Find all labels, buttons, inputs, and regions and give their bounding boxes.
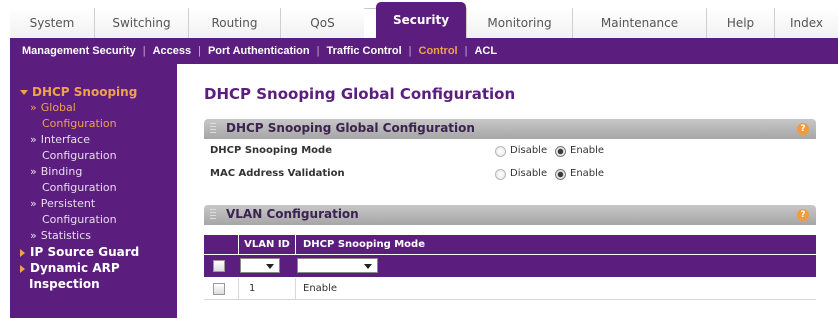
bullet-icon: »	[30, 229, 37, 242]
tab-routing[interactable]: Routing	[188, 8, 280, 38]
vlan-id-cell: 1	[249, 283, 256, 294]
subnav-acl[interactable]: ACL	[474, 45, 497, 57]
subnav-management-security[interactable]: Management Security	[22, 45, 136, 57]
sidebar-item-persistent-configuration[interactable]: » Persistent	[16, 196, 173, 212]
sidebar-item-label-continued[interactable]: Configuration	[16, 116, 173, 132]
dhcp-snooping-mode-row: DHCP Snooping Mode Disable Enable	[204, 142, 816, 162]
subnav-separator: |	[142, 45, 146, 57]
bullet-icon: »	[30, 165, 37, 178]
subnav-separator: |	[464, 45, 468, 57]
vlan-table-header: VLAN ID DHCP Snooping Mode	[204, 235, 816, 254]
select-all-checkbox[interactable]	[213, 260, 225, 272]
dhcp-snooping-mode-disable-radio[interactable]	[495, 146, 506, 157]
column-header-dhcp-snooping-mode: DHCP Snooping Mode	[296, 235, 816, 254]
sidebar-item-label-continued[interactable]: Configuration	[16, 148, 173, 164]
drag-grip-icon	[210, 209, 216, 221]
subnav-separator: |	[198, 45, 201, 57]
tab-index[interactable]: Index	[774, 8, 838, 38]
dhcp-snooping-mode-cell: Enable	[303, 283, 338, 294]
radio-label-enable[interactable]: Enable	[570, 168, 604, 179]
bullet-icon: »	[30, 197, 37, 210]
caret-right-icon	[20, 264, 25, 273]
tab-system[interactable]: System	[10, 8, 94, 38]
subnav-control[interactable]: Control	[419, 45, 458, 57]
vlan-config-panel-header: VLAN Configuration ?	[204, 205, 816, 225]
panel-title: DHCP Snooping Global Configuration	[226, 121, 475, 135]
column-divider	[238, 278, 239, 300]
page-title: DHCP Snooping Global Configuration	[204, 85, 516, 103]
tab-maintenance[interactable]: Maintenance	[572, 8, 706, 38]
radio-label-disable[interactable]: Disable	[510, 168, 547, 179]
tab-qos[interactable]: QoS	[280, 8, 364, 38]
radio-label-disable[interactable]: Disable	[510, 145, 547, 156]
table-row: 1 Enable	[204, 278, 816, 300]
field-label: DHCP Snooping Mode	[210, 145, 332, 156]
sidebar-section-dynamic-arp-inspection[interactable]: Dynamic ARP	[16, 260, 173, 276]
sidebar-section-label-continued[interactable]: Inspection	[16, 276, 173, 292]
tab-monitoring[interactable]: Monitoring	[466, 8, 572, 38]
dhcp-snooping-mode-enable-radio[interactable]	[555, 146, 566, 157]
drag-grip-icon	[210, 123, 216, 135]
tab-help[interactable]: Help	[706, 8, 774, 38]
help-icon[interactable]: ?	[797, 209, 809, 221]
tab-security[interactable]: Security	[376, 2, 466, 38]
caret-right-icon	[20, 248, 25, 257]
column-divider	[295, 278, 296, 300]
chevron-down-icon	[364, 264, 372, 269]
subnav-traffic-control[interactable]: Traffic Control	[326, 45, 401, 57]
top-nav-tabs: System Switching Routing QoS Security Mo…	[0, 0, 838, 38]
sidebar-item-global-configuration[interactable]: » Global	[16, 100, 173, 116]
sidebar-item-interface-configuration[interactable]: » Interface	[16, 132, 173, 148]
sub-nav: Management Security | Access | Port Auth…	[10, 38, 838, 64]
help-icon[interactable]: ?	[797, 123, 809, 135]
global-config-panel-header: DHCP Snooping Global Configuration ?	[204, 119, 816, 139]
dhcp-snooping-mode-select[interactable]	[297, 258, 378, 273]
main-content: DHCP Snooping Global Configuration DHCP …	[177, 64, 838, 318]
subnav-separator: |	[316, 45, 320, 57]
panel-title: VLAN Configuration	[226, 207, 359, 221]
tab-switching[interactable]: Switching	[94, 8, 188, 38]
mac-address-validation-row: MAC Address Validation Disable Enable	[204, 165, 816, 185]
subnav-port-authentication[interactable]: Port Authentication	[208, 45, 310, 57]
sidebar-item-label-continued[interactable]: Configuration	[16, 212, 173, 228]
radio-label-enable[interactable]: Enable	[570, 145, 604, 156]
bullet-icon: »	[30, 133, 37, 146]
chevron-down-icon	[266, 264, 274, 269]
sidebar-item-label-continued[interactable]: Configuration	[16, 180, 173, 196]
vlan-id-select[interactable]	[240, 258, 280, 273]
sidebar-section-dhcp-snooping[interactable]: DHCP Snooping	[16, 84, 173, 100]
vlan-table-filter-row	[204, 255, 816, 277]
mac-validation-disable-radio[interactable]	[495, 169, 506, 180]
bullet-icon: »	[30, 101, 37, 114]
field-label: MAC Address Validation	[210, 168, 345, 179]
sidebar-section-ip-source-guard[interactable]: IP Source Guard	[16, 244, 173, 260]
mac-validation-enable-radio[interactable]	[555, 169, 566, 180]
subnav-separator: |	[408, 45, 412, 57]
sidebar-item-statistics[interactable]: » Statistics	[16, 228, 173, 244]
row-checkbox[interactable]	[213, 283, 225, 295]
column-header-vlan-id: VLAN ID	[239, 235, 295, 254]
caret-down-icon	[20, 90, 28, 95]
sidebar-item-binding-configuration[interactable]: » Binding	[16, 164, 173, 180]
left-sidebar: DHCP Snooping » Global Configuration » Int…	[10, 64, 177, 318]
select-column-header	[204, 235, 238, 254]
subnav-access[interactable]: Access	[153, 45, 192, 57]
